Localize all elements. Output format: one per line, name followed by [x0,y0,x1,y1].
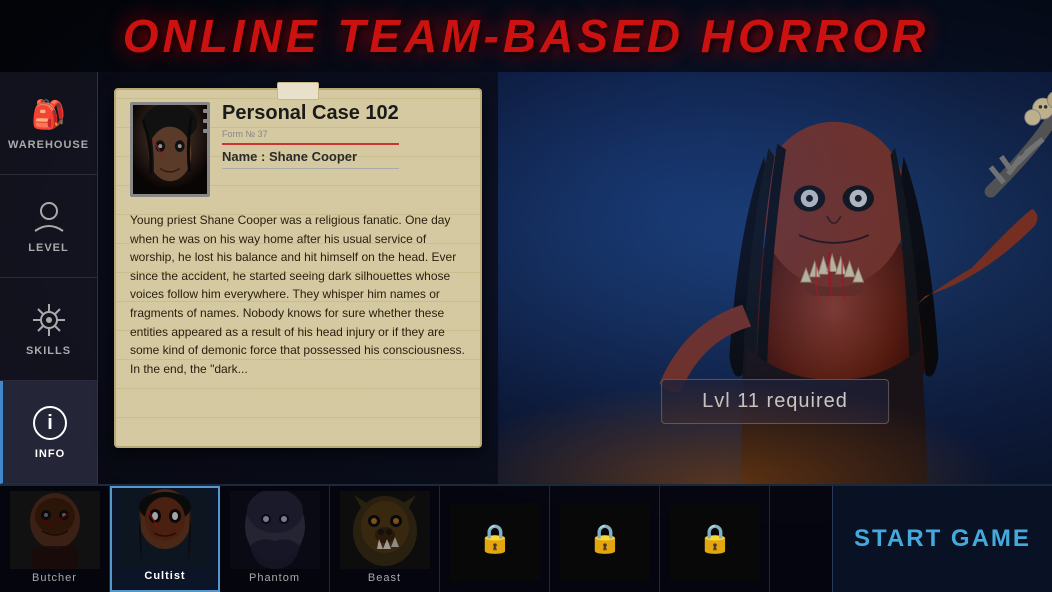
butcher-thumb [0,490,109,570]
char-slot-butcher[interactable]: Butcher [0,486,110,592]
char-slot-locked-1[interactable]: 🔒 [440,486,550,592]
character-portrait [130,102,210,197]
char-label-cultist: Cultist [144,570,185,582]
locked-thumb-3: 🔒 [660,502,769,582]
char-label-beast: Beast [368,572,401,584]
level-icon [30,198,68,236]
svg-text:🔒: 🔒 [697,523,732,555]
card-red-line [222,143,399,145]
card-name-label: Name : Shane Cooper [222,149,399,169]
svg-text:i: i [47,412,53,434]
info-card-area: Personal Case 102 Form № 37 Name : Shane… [98,72,498,484]
svg-text:🔒: 🔒 [477,523,512,555]
svg-text:🔒: 🔒 [587,523,622,555]
main-title: ONLINE TEAM-BASED HORROR [123,9,929,63]
card-title-section: Personal Case 102 Form № 37 Name : Shane… [222,102,399,169]
beast-thumb [330,490,439,570]
info-icon: i [31,404,69,442]
case-card: Personal Case 102 Form № 37 Name : Shane… [114,88,482,448]
lvl-required-badge: Lvl 11 required [661,379,889,424]
start-game-label: START GAME [854,525,1031,553]
sidebar-label-skills: Skills [26,345,71,357]
monster-area: Lvl 11 required [498,72,1052,484]
card-title: Personal Case 102 [222,102,399,125]
char-label-butcher: Butcher [32,572,77,584]
sidebar: 🎒 Warehouse Level S [0,72,98,484]
sidebar-item-warehouse[interactable]: 🎒 Warehouse [0,72,97,175]
sidebar-label-info: Info [35,448,65,460]
title-bar: ONLINE TEAM-BASED HORROR [0,0,1052,72]
card-form-num: Form № 37 [222,129,399,139]
locked-thumb-2: 🔒 [550,502,659,582]
cultist-thumb [112,488,218,568]
char-slot-locked-2[interactable]: 🔒 [550,486,660,592]
sidebar-label-level: Level [28,242,68,254]
monster-figure: Lvl 11 required [498,72,1052,484]
card-header: Personal Case 102 Form № 37 Name : Shane… [130,102,466,197]
sidebar-item-info[interactable]: i Info [0,381,97,484]
char-slot-locked-3[interactable]: 🔒 [660,486,770,592]
char-slot-beast[interactable]: Beast [330,486,440,592]
bottom-bar: Butcher [0,484,1052,592]
portrait-staples [203,109,210,133]
char-slot-cultist[interactable]: Cultist [110,486,220,592]
sidebar-label-warehouse: Warehouse [8,139,89,151]
start-game-button[interactable]: START GAME [832,486,1052,592]
character-slots: Butcher [0,486,832,592]
char-slot-phantom[interactable]: Phantom [220,486,330,592]
char-label-phantom: Phantom [249,572,300,584]
sidebar-item-skills[interactable]: Skills [0,278,97,381]
warehouse-icon: 🎒 [30,95,68,133]
locked-thumb-1: 🔒 [440,502,549,582]
sidebar-item-level[interactable]: Level [0,175,97,278]
card-body-text: Young priest Shane Cooper was a religiou… [130,211,466,378]
phantom-thumb [220,490,329,570]
portrait-inner [133,105,207,194]
skills-icon [30,301,68,339]
